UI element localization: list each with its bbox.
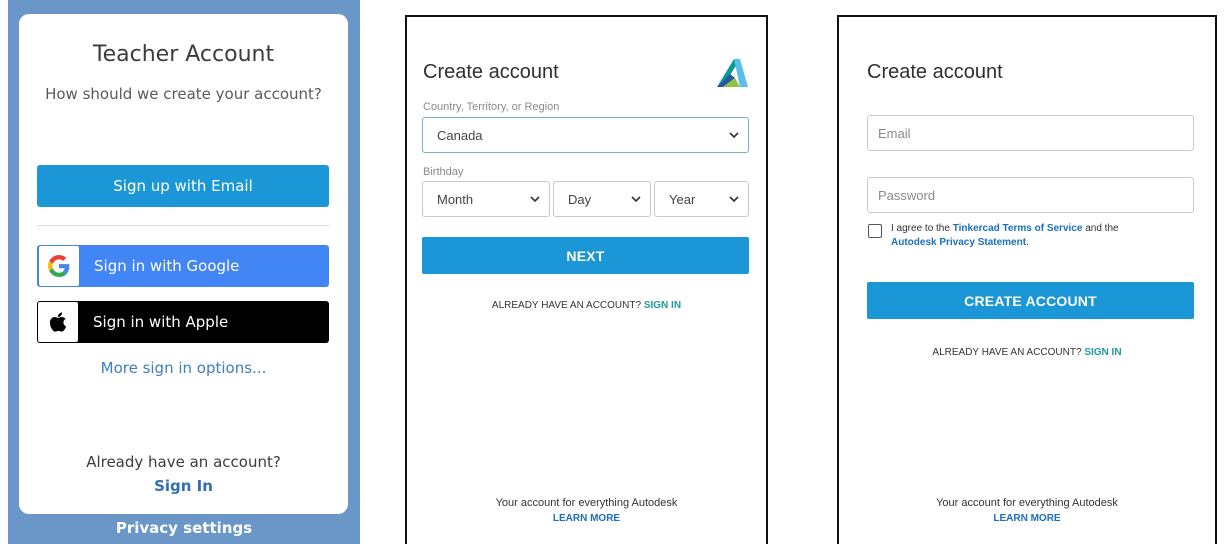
autodesk-create-account-step1: Create account Country, Territory, or Re… (405, 15, 768, 544)
sign-in-link[interactable]: Sign In (19, 477, 348, 495)
privacy-settings-link[interactable]: Privacy settings (8, 519, 360, 537)
divider (37, 225, 329, 226)
email-field[interactable]: Email (867, 115, 1194, 151)
learn-more-link[interactable]: LEARN MORE (407, 513, 766, 524)
already-have-account-line: ALREADY HAVE AN ACCOUNT? SIGN IN (407, 300, 766, 311)
year-value: Year (669, 191, 696, 207)
next-button[interactable]: NEXT (422, 237, 749, 274)
already-have-account-line: ALREADY HAVE AN ACCOUNT? SIGN IN (839, 347, 1215, 358)
agree-text: I agree to the Tinkercad Terms of Servic… (891, 222, 1191, 250)
country-value: Canada (437, 127, 483, 143)
already-have-account-text: ALREADY HAVE AN ACCOUNT? (932, 347, 1082, 358)
teacher-account-panel: Teacher Account How should we create you… (8, 0, 360, 544)
sign-in-google-button[interactable]: Sign in with Google (37, 245, 329, 287)
chevron-down-icon (729, 196, 739, 203)
chevron-down-icon (530, 196, 540, 203)
privacy-statement-link[interactable]: Autodesk Privacy Statement (891, 237, 1026, 248)
create-account-label: CREATE ACCOUNT (964, 292, 1097, 309)
already-have-account-text: ALREADY HAVE AN ACCOUNT? (491, 300, 642, 311)
page-subtitle: How should we create your account? (45, 85, 322, 103)
country-label: Country, Territory, or Region (423, 101, 560, 113)
birthday-label: Birthday (423, 166, 464, 178)
sign-up-email-label: Sign up with Email (113, 177, 253, 195)
chevron-down-icon (631, 196, 641, 203)
terms-of-service-link[interactable]: Tinkercad Terms of Service (953, 223, 1083, 234)
sign-in-apple-button[interactable]: Sign in with Apple (37, 301, 329, 343)
page-title: Create account (867, 61, 1003, 83)
day-value: Day (568, 191, 592, 207)
agree-prefix: I agree to the (891, 223, 950, 234)
country-select[interactable]: Canada (422, 117, 749, 153)
agree-suffix: . (1026, 237, 1029, 248)
year-select[interactable]: Year (654, 181, 749, 217)
sign-in-link[interactable]: SIGN IN (1084, 347, 1121, 358)
teacher-account-card: Teacher Account How should we create you… (19, 14, 348, 514)
agree-and: and the (1085, 223, 1119, 234)
email-placeholder: Email (878, 125, 911, 141)
sign-in-link[interactable]: SIGN IN (644, 300, 681, 311)
more-sign-in-options-link[interactable]: More sign in options... (19, 359, 348, 377)
sign-up-email-button[interactable]: Sign up with Email (37, 165, 329, 207)
agree-checkbox[interactable] (868, 224, 882, 238)
sign-in-apple-label: Sign in with Apple (93, 313, 229, 331)
sign-in-google-label: Sign in with Google (94, 257, 240, 275)
create-account-button[interactable]: CREATE ACCOUNT (867, 282, 1194, 319)
footer-text: Your account for everything Autodesk (495, 497, 678, 509)
autodesk-logo (715, 58, 749, 88)
password-placeholder: Password (878, 187, 936, 203)
chevron-down-icon (729, 132, 739, 139)
day-select[interactable]: Day (553, 181, 651, 217)
footer-text: Your account for everything Autodesk (936, 497, 1118, 509)
page-title: Teacher Account (92, 42, 275, 67)
next-label: NEXT (566, 247, 605, 264)
month-select[interactable]: Month (422, 181, 550, 217)
already-have-account-text: Already have an account? (86, 453, 281, 471)
learn-more-link[interactable]: LEARN MORE (839, 513, 1215, 524)
apple-icon (38, 302, 78, 342)
autodesk-create-account-step2: Create account Email Password I agree to… (837, 15, 1217, 544)
google-icon (39, 246, 79, 286)
page-title: Create account (423, 61, 559, 83)
password-field[interactable]: Password (867, 177, 1194, 213)
month-value: Month (437, 191, 474, 207)
